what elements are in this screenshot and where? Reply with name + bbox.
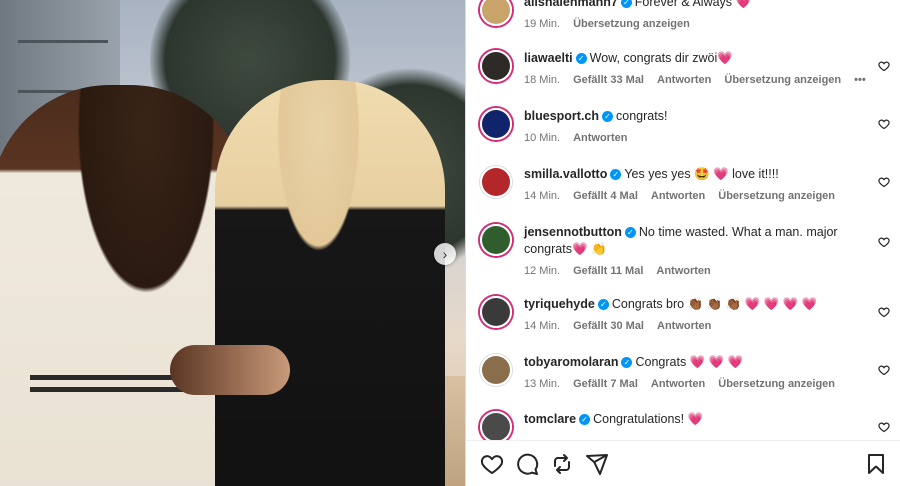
verified-badge-icon: ✓	[621, 357, 633, 368]
repost-icon[interactable]	[550, 452, 574, 476]
reply-button[interactable]: Antworten	[656, 265, 710, 277]
comment-text: Congrats 💗 💗 💗	[635, 355, 744, 369]
comment-body: smilla.vallotto ✓ Yes yes yes 🤩 💗 love it!…	[524, 166, 854, 205]
comment-text: Congratulations! 💗	[593, 412, 704, 426]
heart-icon[interactable]	[480, 452, 504, 476]
avatar-image	[482, 298, 510, 326]
comments-panel: alishalehmann7 ✓ Forever & Always 💗 19 Min.…	[465, 0, 900, 486]
comment-likes[interactable]: Gefällt 33 Mal	[573, 74, 644, 86]
comment-like-heart-icon[interactable]	[878, 176, 890, 188]
man-figure	[0, 85, 250, 486]
comment-like-heart-icon[interactable]	[878, 306, 890, 318]
comment-text: Forever & Always 💗	[634, 0, 752, 9]
comment-username[interactable]: alishalehmann7	[524, 0, 618, 9]
action-bar	[466, 440, 900, 486]
verified-badge-icon: ✓	[602, 111, 614, 122]
comment-meta: 13 Min. Gefällt 7 Mal Antworten Übersetzung…	[524, 376, 854, 393]
comments-list[interactable]: alishalehmann7 ✓ Forever & Always 💗 19 Min.…	[466, 0, 900, 440]
comment-body: tyriquehyde ✓ Congrats bro 👏🏾 👏🏾 👏🏾 💗 💗 💗 …	[524, 296, 854, 335]
avatar-image	[482, 110, 510, 138]
woman-figure	[215, 80, 445, 486]
comment-like-heart-icon[interactable]	[878, 236, 890, 248]
comment-time[interactable]: 19 Min.	[524, 18, 560, 30]
avatar-image	[482, 226, 510, 254]
avatar-image	[482, 413, 510, 440]
translate-button[interactable]: Übersetzung anzeigen	[724, 74, 841, 86]
reply-button[interactable]: Antworten	[651, 190, 705, 202]
comment-text: Congrats bro 👏🏾 👏🏾 👏🏾 💗 💗 💗 💗	[611, 297, 818, 311]
avatar[interactable]	[480, 411, 512, 440]
avatar-image	[482, 168, 510, 196]
avatar[interactable]	[480, 108, 512, 140]
avatar-image	[482, 356, 510, 384]
comment-body: bluesport.ch ✓ congrats! 10 Min. Antworten	[524, 108, 854, 147]
reply-button[interactable]: Antworten	[657, 320, 711, 332]
comment-time[interactable]: 10 Min.	[524, 132, 560, 144]
reply-button[interactable]: Antworten	[573, 132, 627, 144]
comment-text: Yes yes yes 🤩 💗 love it!!!!	[624, 167, 779, 181]
reply-button[interactable]: Antworten	[657, 74, 711, 86]
comment-meta: 10 Min. Antworten	[524, 130, 854, 147]
verified-badge-icon: ✓	[597, 299, 609, 310]
comment-username[interactable]: bluesport.ch	[524, 109, 599, 123]
comment-time[interactable]: 13 Min.	[524, 378, 560, 390]
comment-likes[interactable]: Gefällt 4 Mal	[573, 190, 638, 202]
verified-badge-icon: ✓	[620, 0, 632, 8]
comment-meta: 18 Min. Gefällt 33 Mal Antworten Übersetzun…	[524, 72, 866, 89]
comment-body: tomclare ✓ Congratulations! 💗	[524, 411, 854, 433]
avatar-image	[482, 0, 510, 24]
avatar-image	[482, 52, 510, 80]
chevron-right-icon: ›	[442, 246, 448, 262]
verified-badge-icon: ✓	[575, 53, 587, 64]
comment-time[interactable]: 18 Min.	[524, 74, 560, 86]
hands-with-ring	[170, 345, 290, 395]
avatar[interactable]	[480, 296, 512, 328]
verified-badge-icon: ✓	[610, 169, 622, 180]
comment-meta: 14 Min. Gefällt 30 Mal Antworten	[524, 318, 854, 335]
avatar[interactable]	[480, 354, 512, 386]
post-view: › alishalehmann7 ✓ Forever & Always 💗 19 Mi…	[0, 0, 900, 486]
comment-meta: 12 Min. Gefällt 11 Mal Antworten	[524, 263, 854, 280]
comment-body: jensennotbutton ✓ No time wasted. What a m…	[524, 224, 854, 280]
post-photo[interactable]: ›	[0, 0, 465, 486]
comment-username[interactable]: smilla.vallotto	[524, 167, 607, 181]
comment-text: Wow, congrats dir zwöi💗	[589, 51, 733, 65]
next-image-button[interactable]: ›	[434, 243, 456, 265]
more-options-icon[interactable]: •••	[854, 74, 866, 86]
comment-time[interactable]: 12 Min.	[524, 265, 560, 277]
translate-button[interactable]: Übersetzung anzeigen	[718, 190, 835, 202]
comment-icon[interactable]	[515, 452, 539, 476]
comment-likes[interactable]: Gefällt 11 Mal	[573, 265, 643, 277]
comment-body: liawaelti ✓ Wow, congrats dir zwöi💗 18 Min.…	[524, 50, 866, 89]
comment-time[interactable]: 14 Min.	[524, 190, 560, 202]
verified-badge-icon: ✓	[579, 414, 591, 425]
comment-like-heart-icon[interactable]	[878, 60, 890, 72]
translate-button[interactable]: Übersetzung anzeigen	[718, 378, 835, 390]
comment-username[interactable]: jensennotbutton	[524, 225, 622, 239]
avatar[interactable]	[480, 166, 512, 198]
comment-likes[interactable]: Gefällt 7 Mal	[573, 378, 638, 390]
comment-username[interactable]: tobyaromolaran	[524, 355, 618, 369]
comment-username[interactable]: tomclare	[524, 412, 576, 426]
comment-like-heart-icon[interactable]	[878, 364, 890, 376]
comment-body: alishalehmann7 ✓ Forever & Always 💗 19 Min.…	[524, 0, 854, 33]
avatar[interactable]	[480, 50, 512, 82]
comment-like-heart-icon[interactable]	[878, 118, 890, 130]
comment-like-heart-icon[interactable]	[878, 421, 890, 433]
bookmark-icon[interactable]	[864, 452, 888, 476]
avatar[interactable]	[480, 224, 512, 256]
comment-meta: 19 Min. Übersetzung anzeigen	[524, 16, 854, 33]
avatar[interactable]	[480, 0, 512, 26]
verified-badge-icon: ✓	[624, 227, 636, 238]
comment-time[interactable]: 14 Min.	[524, 320, 560, 332]
comment-meta: 14 Min. Gefällt 4 Mal Antworten Übersetzung…	[524, 188, 854, 205]
comment-text: congrats!	[616, 109, 668, 123]
comment-likes[interactable]: Gefällt 30 Mal	[573, 320, 644, 332]
translate-button[interactable]: Übersetzung anzeigen	[573, 18, 690, 30]
comment-username[interactable]: tyriquehyde	[524, 297, 595, 311]
comment-username[interactable]: liawaelti	[524, 51, 573, 65]
reply-button[interactable]: Antworten	[651, 378, 705, 390]
comment-body: tobyaromolaran ✓ Congrats 💗 💗 💗 13 Min. Gefä…	[524, 354, 854, 393]
send-icon[interactable]	[585, 452, 609, 476]
